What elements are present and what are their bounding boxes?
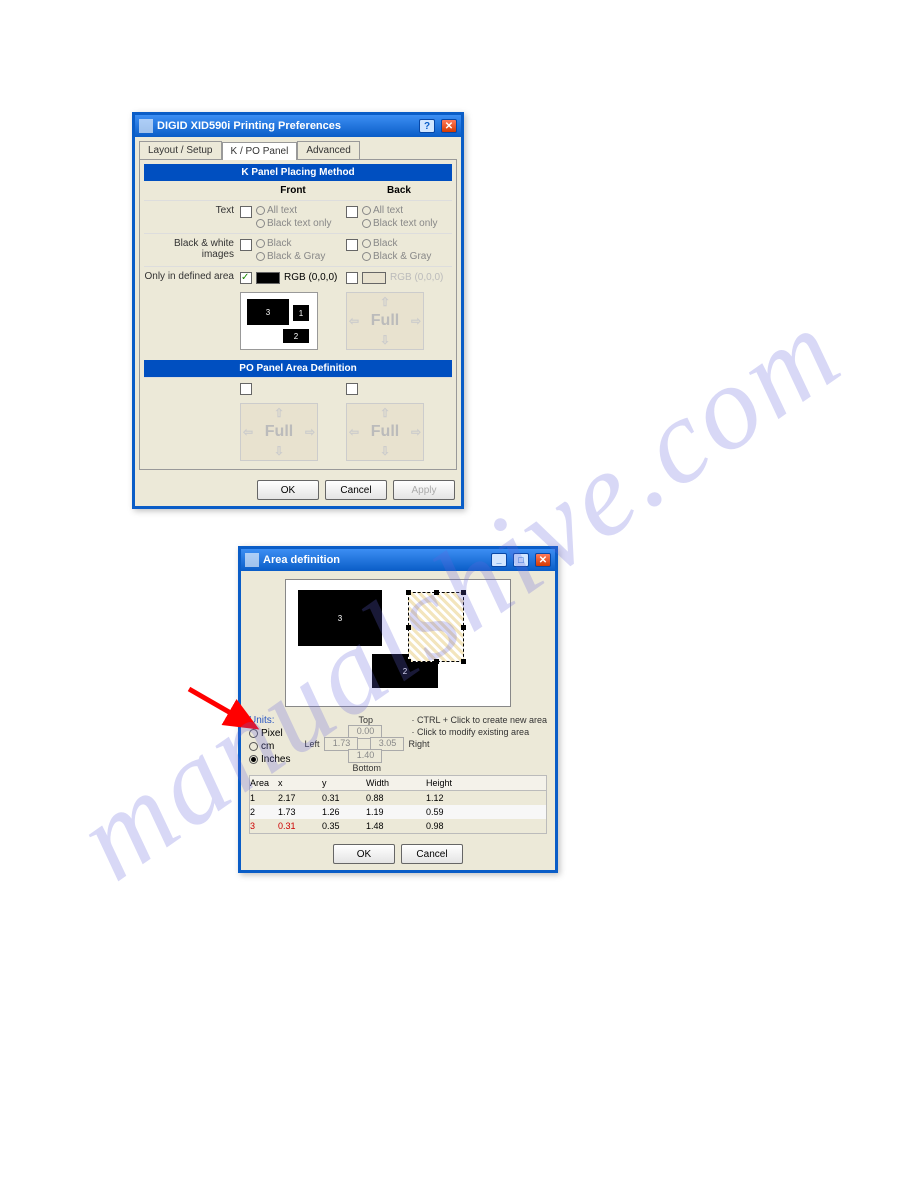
app-icon	[139, 119, 153, 133]
selection-box[interactable]	[408, 592, 464, 662]
checkbox-po-back[interactable]	[346, 383, 358, 395]
area-definition-dialog: Area definition _ □ ✕ 3 2 Units: Pixel c…	[238, 546, 558, 873]
top-label: Top	[358, 715, 373, 725]
section-po-panel: PO Panel Area Definition	[144, 360, 452, 377]
cancel-button[interactable]: Cancel	[401, 844, 463, 864]
maximize-button[interactable]: □	[513, 553, 529, 567]
rgb-back-label: RGB (0,0,0)	[390, 272, 443, 283]
opt-black-text: Black text only	[267, 218, 331, 229]
arrow-left-icon: ⇦	[349, 314, 359, 328]
table-row[interactable]: 1 2.17 0.31 0.88 1.12	[249, 791, 547, 805]
titlebar[interactable]: DIGID XID590i Printing Preferences ? ✕	[135, 115, 461, 137]
tab-strip: Layout / Setup K / PO Panel Advanced	[135, 137, 461, 159]
tab-k-po-panel[interactable]: K / PO Panel	[222, 142, 298, 160]
titlebar[interactable]: Area definition _ □ ✕	[241, 549, 555, 571]
bottom-input[interactable]: 1.40	[348, 749, 382, 763]
ok-button[interactable]: OK	[257, 480, 319, 500]
title-text: Area definition	[263, 554, 340, 566]
defined-area-thumb-front[interactable]: 3 1 2	[240, 292, 318, 350]
right-label: Right	[408, 739, 429, 749]
minimize-button[interactable]: _	[491, 553, 507, 567]
dialog-button-bar: OK Cancel Apply	[135, 474, 461, 506]
tab-layout[interactable]: Layout / Setup	[139, 141, 222, 159]
checkbox-text-back[interactable]	[346, 206, 358, 218]
col-width: Width	[366, 776, 426, 790]
help-button[interactable]: ?	[419, 119, 435, 133]
close-button[interactable]: ✕	[441, 119, 457, 133]
checkbox-bw-back[interactable]	[346, 239, 358, 251]
opt-all-text: All text	[267, 205, 297, 216]
title-text: DIGID XID590i Printing Preferences	[157, 120, 341, 132]
window-icon	[245, 553, 259, 567]
checkbox-po-front[interactable]	[240, 383, 252, 395]
checkbox-defined-back[interactable]	[346, 272, 358, 284]
left-label: Left	[304, 739, 319, 749]
col-area: Area	[250, 776, 278, 790]
cancel-button[interactable]: Cancel	[325, 480, 387, 500]
hint-text: · CTRL + Click to create new area · Clic…	[412, 715, 547, 771]
red-arrow-annotation	[185, 685, 265, 746]
tab-advanced[interactable]: Advanced	[297, 141, 359, 159]
area-preview[interactable]: 3 2	[285, 579, 511, 707]
apply-button: Apply	[393, 480, 455, 500]
arrow-right-icon: ⇨	[411, 314, 421, 328]
row-bw-label: Black & white images	[144, 238, 240, 260]
area-table: Area x y Width Height 1 2.17 0.31 0.88 1…	[241, 775, 555, 838]
col-x: x	[278, 776, 322, 790]
bottom-label: Bottom	[352, 763, 381, 773]
tab-pane: K Panel Placing Method Front Back Text A…	[139, 159, 457, 470]
col-y: y	[322, 776, 366, 790]
row-text-label: Text	[144, 205, 240, 216]
rgb-front-label: RGB (0,0,0)	[284, 272, 337, 283]
checkbox-text-front[interactable]	[240, 206, 252, 218]
defined-back-full: ⇧ ⇩ ⇦ ⇨ Full	[346, 292, 424, 350]
radio-inches[interactable]: Inches	[249, 754, 290, 765]
po-back-full: ⇧⇩⇦⇨ Full	[346, 403, 424, 461]
arrow-up-icon: ⇧	[380, 295, 390, 309]
color-swatch-front[interactable]	[256, 272, 280, 284]
checkbox-bw-front[interactable]	[240, 239, 252, 251]
section-k-panel: K Panel Placing Method	[144, 164, 452, 181]
col-head-front: Front	[240, 185, 346, 196]
po-front-full: ⇧⇩⇦⇨ Full	[240, 403, 318, 461]
printing-preferences-dialog: DIGID XID590i Printing Preferences ? ✕ L…	[132, 112, 464, 509]
close-button[interactable]: ✕	[535, 553, 551, 567]
arrow-down-icon: ⇩	[380, 333, 390, 347]
row-defined-label: Only in defined area	[144, 271, 240, 282]
table-row[interactable]: 2 1.73 1.26 1.19 0.59	[249, 805, 547, 819]
col-height: Height	[426, 776, 486, 790]
table-row[interactable]: 3 0.31 0.35 1.48 0.98	[249, 819, 547, 834]
color-swatch-back[interactable]	[362, 272, 386, 284]
col-head-back: Back	[346, 185, 452, 196]
ok-button[interactable]: OK	[333, 844, 395, 864]
checkbox-defined-front[interactable]	[240, 272, 252, 284]
